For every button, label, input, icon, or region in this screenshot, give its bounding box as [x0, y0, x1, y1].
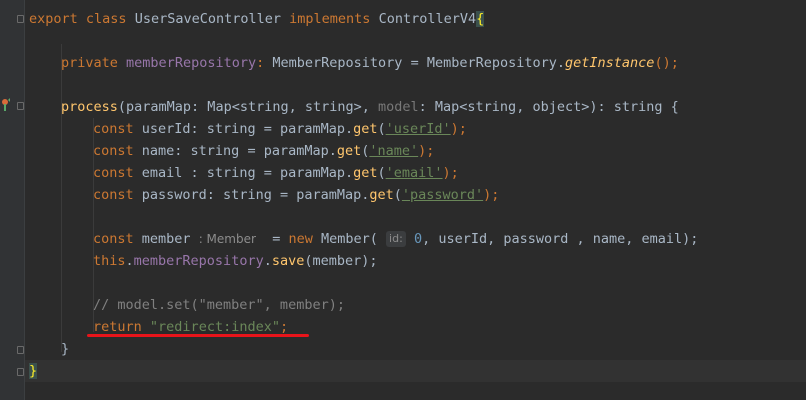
code-line-2[interactable]: private memberRepository: MemberReposito…: [61, 52, 679, 74]
code-line-1[interactable]: export class UserSaveController implemen…: [29, 8, 485, 30]
fold-marker-process-end[interactable]: [17, 346, 24, 354]
code-line-3[interactable]: process(paramMap: Map<string, string>, m…: [61, 96, 679, 118]
code-line-8[interactable]: const member : Member = new Member( id: …: [93, 228, 698, 250]
fold-marker-class-end[interactable]: [17, 368, 24, 376]
red-annotation-underline: [87, 334, 309, 337]
editor-gutter: [0, 0, 25, 400]
current-line-highlight: [25, 360, 806, 382]
code-line-12[interactable]: }: [61, 338, 69, 360]
indent-guide: [61, 44, 62, 352]
fold-marker-process[interactable]: [17, 102, 24, 110]
code-line-13[interactable]: }: [29, 360, 38, 382]
code-line-9[interactable]: this.memberRepository.save(member);: [93, 250, 378, 272]
code-line-4[interactable]: const userId: string = paramMap.get('use…: [93, 118, 467, 140]
code-line-5[interactable]: const name: string = paramMap.get('name'…: [93, 140, 434, 162]
type-inlay-hint: : Member: [198, 232, 256, 246]
parameter-inlay-hint: id:: [386, 231, 406, 247]
fold-marker-class[interactable]: [17, 15, 24, 23]
code-editor[interactable]: export class UserSaveController implemen…: [25, 0, 806, 400]
code-line-7[interactable]: const password: string = paramMap.get('p…: [93, 184, 499, 206]
code-line-6[interactable]: const email : string = paramMap.get('ema…: [93, 162, 459, 184]
code-line-10[interactable]: // model.set("member", member);: [93, 294, 345, 316]
implement-method-icon[interactable]: [1, 98, 11, 112]
